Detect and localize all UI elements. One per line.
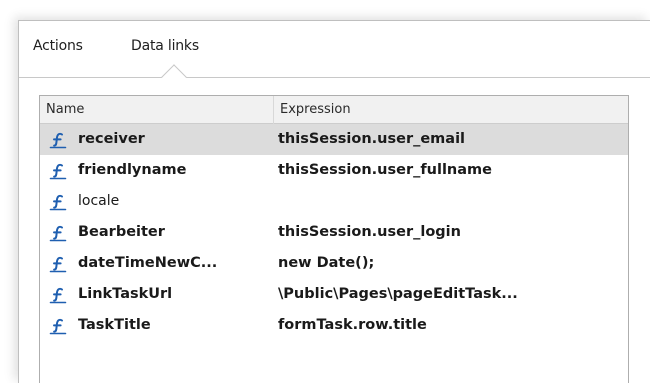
table-row[interactable]: Bearbeiter thisSession.user_login (40, 217, 628, 248)
table-row[interactable]: receiver thisSession.user_email (40, 124, 628, 155)
active-tab-indicator (161, 64, 187, 90)
row-expression: thisSession.user_email (278, 131, 466, 147)
row-expression: \Public\Pages\pageEditTask... (278, 286, 518, 302)
row-name: LinkTaskUrl (78, 286, 173, 302)
row-name: dateTimeNewC... (78, 255, 218, 271)
grid-rows: receiver thisSession.user_email friendlyna… (40, 124, 628, 341)
row-expression: thisSession.user_fullname (278, 162, 492, 178)
row-expression: formTask.row.title (278, 317, 427, 333)
row-name: locale (78, 193, 120, 209)
row-name: TaskTitle (78, 317, 151, 333)
variable-link-icon (48, 192, 68, 212)
table-row[interactable]: dateTimeNewC... new Date(); (40, 248, 628, 279)
row-name: receiver (78, 131, 145, 147)
table-row[interactable]: LinkTaskUrl \Public\Pages\pageEditTask... (40, 279, 628, 310)
variable-link-icon (48, 223, 68, 243)
grid-header: Name Expression (40, 96, 628, 124)
row-expression: new Date(); (278, 255, 375, 271)
table-row[interactable]: TaskTitle formTask.row.title (40, 310, 628, 341)
row-expression: thisSession.user_login (278, 224, 461, 240)
tab-divider (19, 77, 650, 78)
panel-backdrop: Actions Data links Name Expression recei… (0, 0, 650, 383)
table-row[interactable]: friendlyname thisSession.user_fullname (40, 155, 628, 186)
variable-link-icon (48, 316, 68, 336)
row-name: Bearbeiter (78, 224, 165, 240)
data-links-grid: Name Expression receiver thisSession.user… (39, 95, 629, 383)
table-row[interactable]: locale (40, 186, 628, 217)
variable-link-icon (48, 130, 68, 150)
variable-link-icon (48, 254, 68, 274)
column-header-name[interactable]: Name (40, 96, 274, 124)
tab-data-links[interactable]: Data links (131, 38, 199, 54)
variable-link-icon (48, 285, 68, 305)
column-header-expression[interactable]: Expression (274, 96, 628, 124)
tab-strip: Actions Data links (19, 21, 650, 90)
data-links-window: Actions Data links Name Expression recei… (18, 20, 650, 383)
tab-actions[interactable]: Actions (33, 38, 83, 54)
variable-link-icon (48, 161, 68, 181)
row-name: friendlyname (78, 162, 187, 178)
row-expression (278, 186, 626, 217)
